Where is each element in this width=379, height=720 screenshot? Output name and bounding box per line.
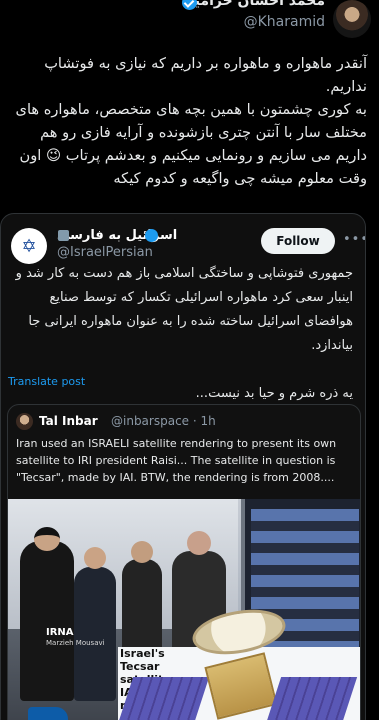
nested-name[interactable]: Tal Inbar <box>39 414 98 428</box>
profile-handle[interactable]: @Kharamid <box>244 14 325 30</box>
more-icon[interactable]: ••• <box>343 232 365 247</box>
quote-name[interactable]: اسرائیل به فارسی <box>57 228 177 243</box>
nested-tweet[interactable]: Tal Inbar @inbarspace · 1h Iran used an … <box>7 404 361 720</box>
menorah-logo-icon: ✡ <box>21 235 37 257</box>
solar-panel-icon <box>118 677 210 720</box>
quote-avatar[interactable]: ✡ <box>11 228 47 264</box>
person-figure <box>74 547 116 701</box>
nested-text: Iran used an ISRAELI satellite rendering… <box>16 437 337 484</box>
nested-handle[interactable]: @inbarspace · 1h <box>111 414 216 428</box>
avatar[interactable] <box>333 0 371 38</box>
solar-panel-icon <box>266 677 358 720</box>
logo-icon <box>28 707 68 720</box>
nested-avatar[interactable] <box>16 413 33 430</box>
person-figure <box>20 527 74 701</box>
top-header: محمد احسان خرامید @Kharamid <box>0 0 379 42</box>
translate-post-link[interactable]: Translate post <box>8 375 85 388</box>
profile-name[interactable]: محمد احسان خرامید <box>187 0 325 9</box>
verified-badge-icon <box>145 229 158 242</box>
image-watermark: IRNA <box>46 627 74 638</box>
affiliate-badge-icon <box>58 230 69 241</box>
follow-button[interactable]: Follow <box>261 228 335 254</box>
tweet-text: آنقدر ماهواره و ماهواره بر داریم که نیاز… <box>15 55 367 187</box>
image-watermark-sub: Marzieh Mousavi <box>46 639 105 647</box>
nested-image[interactable]: IRNA Marzieh Mousavi Israel's Tecsar sat… <box>8 499 360 720</box>
quote-card[interactable]: ✡ اسرائیل به فارسی @IsraelPersian Follow… <box>0 213 366 720</box>
quote-handle[interactable]: @IsraelPersian <box>57 245 153 260</box>
